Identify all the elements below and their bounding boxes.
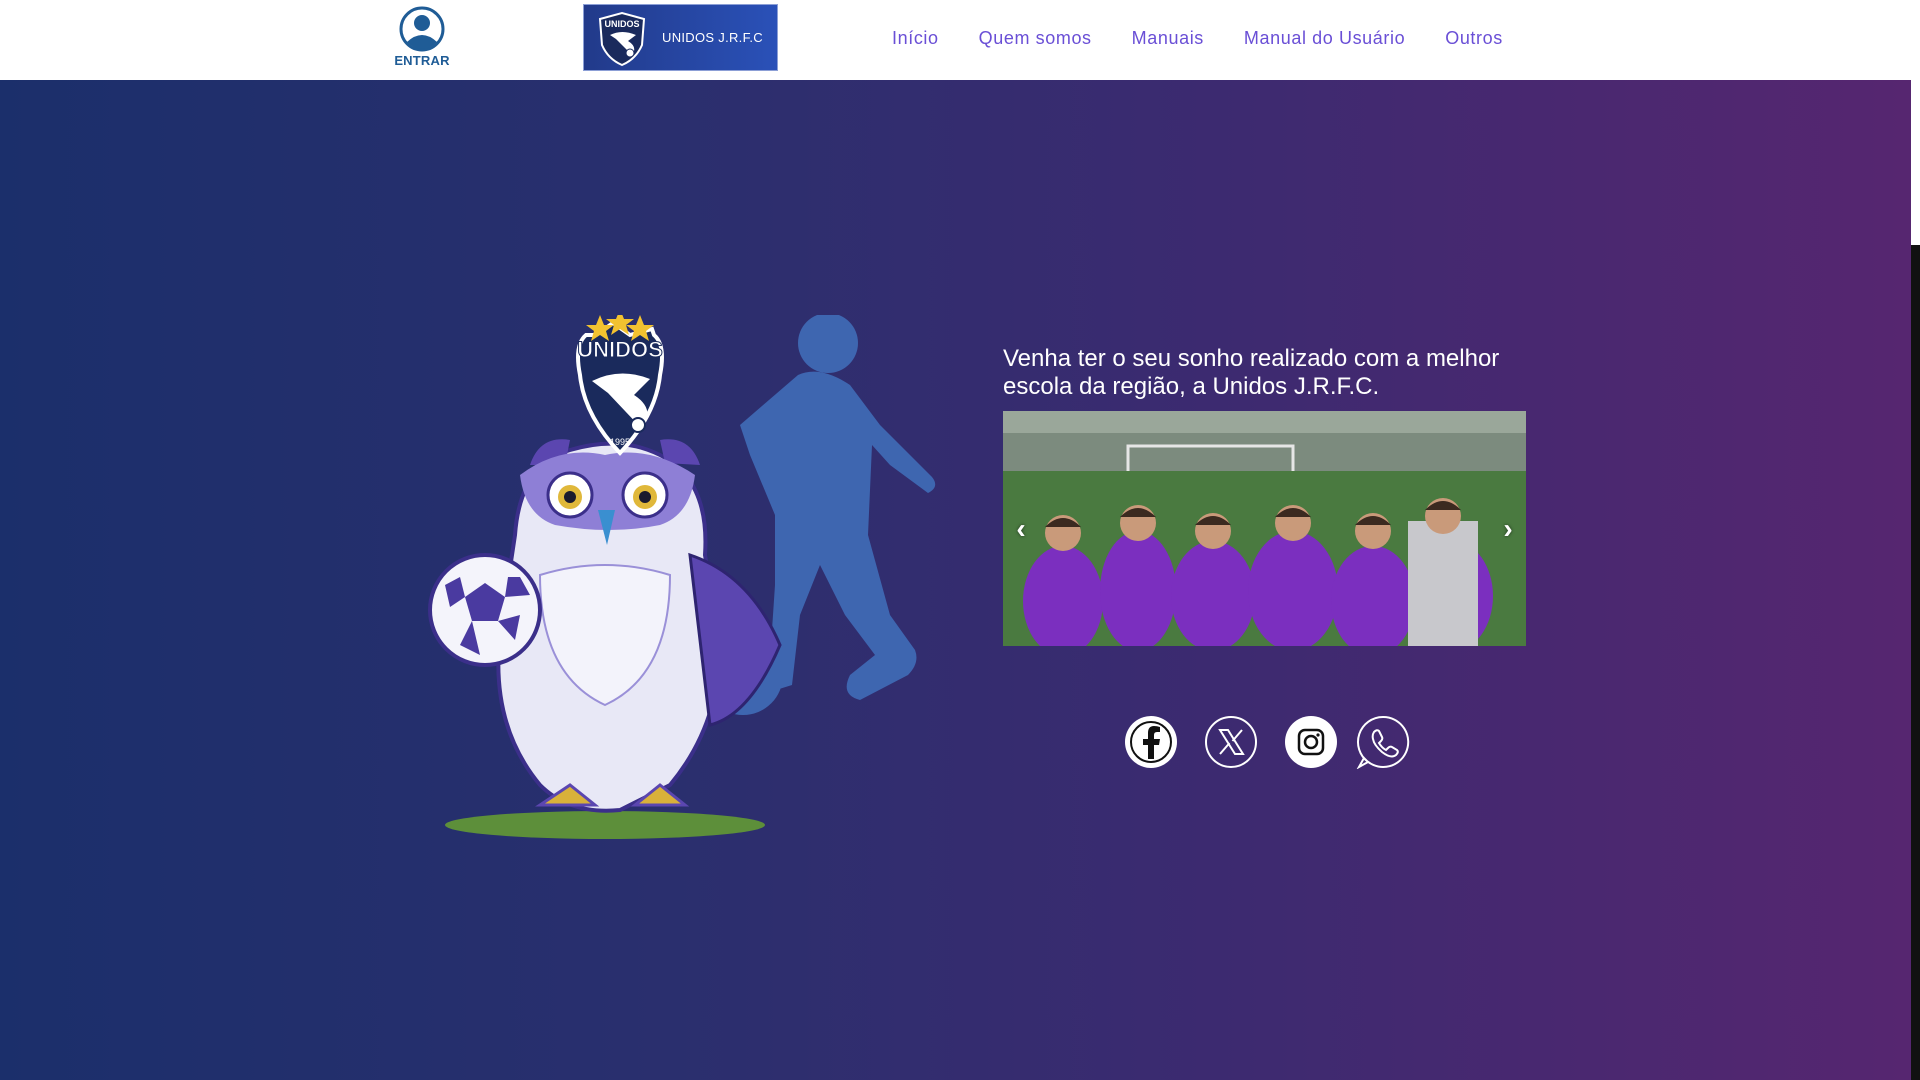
login-button[interactable]: ENTRAR [392,6,452,72]
nav-outros[interactable]: Outros [1445,28,1503,49]
brand-name: UNIDOS J.R.F.C [662,30,763,45]
mascot-illustration: UNIDOS 1995 [428,315,936,839]
crest-year: 1995 [610,437,630,447]
hero-tagline: Venha ter o seu sonho realizado com a me… [1003,345,1500,400]
team-photo [1003,411,1526,646]
nav-inicio[interactable]: Início [892,28,939,49]
top-header: ENTRAR UNIDOS UNIDOS J.R.F.C Início Quem… [0,0,1920,81]
nav-manuais[interactable]: Manuais [1132,28,1204,49]
nav-manual-do-usuario[interactable]: Manual do Usuário [1244,28,1405,49]
login-label: ENTRAR [394,53,450,68]
x-twitter-link[interactable] [1204,715,1258,769]
facebook-link[interactable] [1124,715,1178,769]
photo-carousel[interactable]: ‹ › [1003,411,1526,646]
whatsapp-icon [1356,715,1410,769]
carousel-prev-button[interactable]: ‹ [1007,511,1035,547]
instagram-link[interactable] [1284,715,1338,769]
x-twitter-icon [1205,716,1257,768]
brand-crest-text: UNIDOS [604,19,639,29]
scrollbar-thumb[interactable] [1911,245,1920,1080]
soccer-ball-icon [428,553,542,667]
facebook-icon [1125,716,1177,768]
brand-logo-link[interactable]: UNIDOS UNIDOS J.R.F.C [583,4,778,71]
user-icon [399,6,445,52]
club-crest-icon: UNIDOS [598,11,646,67]
whatsapp-link[interactable] [1356,715,1410,769]
carousel-next-button[interactable]: › [1494,511,1522,547]
instagram-icon [1285,716,1337,768]
nav-quem-somos[interactable]: Quem somos [979,28,1092,49]
crest-text: UNIDOS [577,337,663,362]
club-crest-large-icon: UNIDOS 1995 [576,315,664,456]
main-nav: Início Quem somos Manuais Manual do Usuá… [892,28,1543,49]
